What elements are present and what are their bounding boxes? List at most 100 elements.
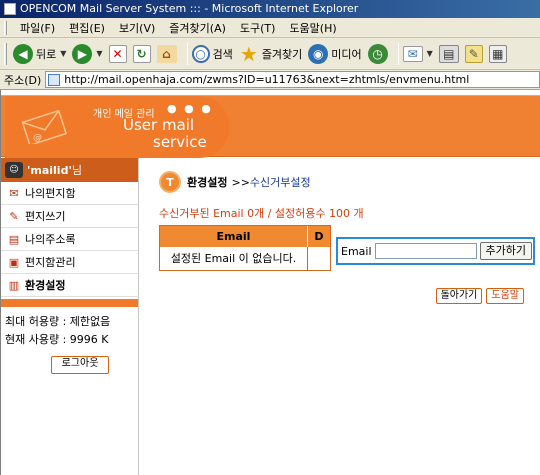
delete-cell xyxy=(308,247,330,270)
sidebar-item-addressbook[interactable]: ▤ 나의주소록 xyxy=(1,228,138,251)
media-button[interactable]: ◉ 미디어 xyxy=(308,43,362,64)
add-email-label: Email xyxy=(341,244,372,258)
envelope-logo-icon: @ xyxy=(21,110,68,144)
block-count-text: 수신거부된 Email 0개 / 설정허용수 100 개 xyxy=(159,207,364,220)
menu-view[interactable]: 보기(V) xyxy=(112,20,162,36)
svg-text:@: @ xyxy=(33,133,42,143)
forward-arrow-icon: ▶ xyxy=(72,43,93,64)
menu-bar: 파일(F) 편집(E) 보기(V) 즐겨찾기(A) 도구(T) 도움말(H) xyxy=(0,18,540,38)
favorites-star-icon: ★ xyxy=(239,41,258,66)
header-dots: ● ● ● xyxy=(167,102,213,115)
quota-used: 현재 사용량 : 9996 K xyxy=(5,333,109,346)
table-row: 설정된 Email 이 없습니다. xyxy=(160,247,330,270)
back-page-button[interactable]: 돌아가기 xyxy=(435,288,483,304)
menu-favorites[interactable]: 즐겨찾기(A) xyxy=(162,20,233,36)
edit-icon: ✎ xyxy=(464,44,483,63)
user-suffix: 님 xyxy=(71,164,82,177)
add-button[interactable]: 추가하기 xyxy=(479,242,533,260)
edit-button[interactable]: ✎ xyxy=(464,44,483,63)
user-avatar-icon: ☺ xyxy=(5,162,23,178)
menu-tools[interactable]: 도구(T) xyxy=(233,20,283,36)
search-icon: ○ xyxy=(191,44,210,63)
discuss-button[interactable]: ▦ xyxy=(488,44,507,63)
sidebar-item-settings[interactable]: ▥ 환경설정 xyxy=(1,274,138,297)
mailbox-icon: ✉ xyxy=(9,186,19,200)
breadcrumb-sub[interactable]: 수신거부설정 xyxy=(250,174,311,190)
settings-badge-icon: T xyxy=(159,171,181,193)
media-label: 미디어 xyxy=(331,47,362,61)
mail-dropdown-icon[interactable]: ▼ xyxy=(427,49,433,58)
favorites-label: 즐겨찾기 xyxy=(261,47,303,61)
sidebar-item-label: 편지함관리 xyxy=(25,256,76,269)
history-icon: ◷ xyxy=(367,43,388,64)
main-content: T 환경설정 >> 수신거부설정 수신거부된 Email 0개 / 설정허용수 … xyxy=(151,158,536,475)
print-button[interactable]: ▤ xyxy=(438,44,459,63)
window-titlebar: OPENCOM Mail Server System ::: - Microso… xyxy=(0,0,540,18)
media-icon: ◉ xyxy=(308,43,329,64)
print-icon: ▤ xyxy=(438,44,459,63)
header-title-en-line1: User mail xyxy=(123,116,195,134)
back-label: 뒤로 xyxy=(36,47,57,61)
email-input[interactable] xyxy=(374,243,477,259)
home-icon: ⌂ xyxy=(156,44,177,63)
toolbar-separator-2 xyxy=(397,42,399,65)
column-email: Email xyxy=(160,226,308,247)
sidebar-item-label: 편지쓰기 xyxy=(25,210,66,223)
breadcrumb: T 환경설정 >> 수신거부설정 xyxy=(159,171,311,193)
address-input[interactable]: http://mail.openhaja.com/zwms?ID=u11763&… xyxy=(45,71,540,88)
header-banner: @ 개인 메일 관리 ● ● ● User mail service xyxy=(1,95,540,158)
page-icon xyxy=(48,73,61,86)
sidebar-item-compose[interactable]: ✎ 편지쓰기 xyxy=(1,205,138,228)
sidebar-item-label: 나의주소록 xyxy=(25,233,76,246)
pen-icon: ✎ xyxy=(9,209,19,223)
addressbook-icon: ▤ xyxy=(8,232,20,246)
menu-edit[interactable]: 편집(E) xyxy=(62,20,112,36)
favorites-button[interactable]: ★ 즐겨찾기 xyxy=(239,41,303,66)
header-title-en-line2: service xyxy=(153,133,207,151)
sidebar-item-mailbox[interactable]: ✉ 나의편지함 xyxy=(1,182,138,205)
menubar-grip[interactable] xyxy=(4,20,7,35)
mail-icon: ✉ xyxy=(402,45,423,62)
sidebar-item-label: 환경설정 xyxy=(25,279,66,292)
breadcrumb-separator: >> xyxy=(231,175,250,189)
stop-icon: ✕ xyxy=(108,44,127,63)
forward-dropdown-icon[interactable]: ▼ xyxy=(96,49,102,58)
back-dropdown-icon[interactable]: ▼ xyxy=(60,49,66,58)
search-button[interactable]: ○ 검색 xyxy=(191,44,233,63)
sidebar-divider xyxy=(1,299,138,307)
mail-button[interactable]: ✉ ▼ xyxy=(402,45,433,62)
back-button[interactable]: ◀ 뒤로 ▼ xyxy=(13,43,66,64)
toolbar-grip[interactable] xyxy=(4,42,7,65)
user-info: ☺ 'mailid' 님 xyxy=(1,158,138,182)
window-title: OPENCOM Mail Server System ::: - Microso… xyxy=(20,2,359,15)
browser-toolbar: ◀ 뒤로 ▼ ▶ ▼ ✕ ↻ ⌂ ○ 검색 ★ 즐겨찾기 ◉ 미디어 ◷ ✉ ▼… xyxy=(0,38,540,70)
empty-message: 설정된 Email 이 없습니다. xyxy=(160,247,308,270)
folder-manage-icon: ▣ xyxy=(8,255,20,269)
address-bar: 주소(D) http://mail.openhaja.com/zwms?ID=u… xyxy=(0,70,540,90)
help-button[interactable]: 도움말 xyxy=(486,288,524,304)
home-button[interactable]: ⌂ xyxy=(156,44,177,63)
menu-help[interactable]: 도움말(H) xyxy=(282,20,343,36)
address-label: 주소(D) xyxy=(4,73,42,87)
refresh-icon: ↻ xyxy=(132,44,151,63)
sidebar-item-folders[interactable]: ▣ 편지함관리 xyxy=(1,251,138,274)
sidebar: ☺ 'mailid' 님 ✉ 나의편지함 ✎ 편지쓰기 ▤ 나의주소록 ▣ 편지… xyxy=(1,158,139,475)
ie-app-icon xyxy=(4,3,16,15)
sidebar-item-label: 나의편지함 xyxy=(25,187,76,200)
header-logo: @ 개인 메일 관리 ● ● ● User mail service xyxy=(5,96,229,158)
address-url: http://mail.openhaja.com/zwms?ID=u11763&… xyxy=(64,73,470,86)
toolbar-separator xyxy=(186,42,188,65)
add-email-panel: Email 추가하기 xyxy=(336,237,535,265)
column-delete: D xyxy=(314,230,324,243)
stop-button[interactable]: ✕ xyxy=(108,44,127,63)
menu-file[interactable]: 파일(F) xyxy=(13,20,62,36)
forward-button[interactable]: ▶ ▼ xyxy=(72,43,103,64)
quota-max: 최대 허용량 : 제한없음 xyxy=(5,315,111,328)
logout-button[interactable]: 로그아웃 xyxy=(51,356,109,374)
discuss-icon: ▦ xyxy=(488,44,507,63)
breadcrumb-main: 환경설정 xyxy=(187,176,228,189)
user-name: 'mailid' xyxy=(27,163,72,177)
back-arrow-icon: ◀ xyxy=(13,43,33,64)
history-button[interactable]: ◷ xyxy=(367,43,388,64)
refresh-button[interactable]: ↻ xyxy=(132,44,151,63)
